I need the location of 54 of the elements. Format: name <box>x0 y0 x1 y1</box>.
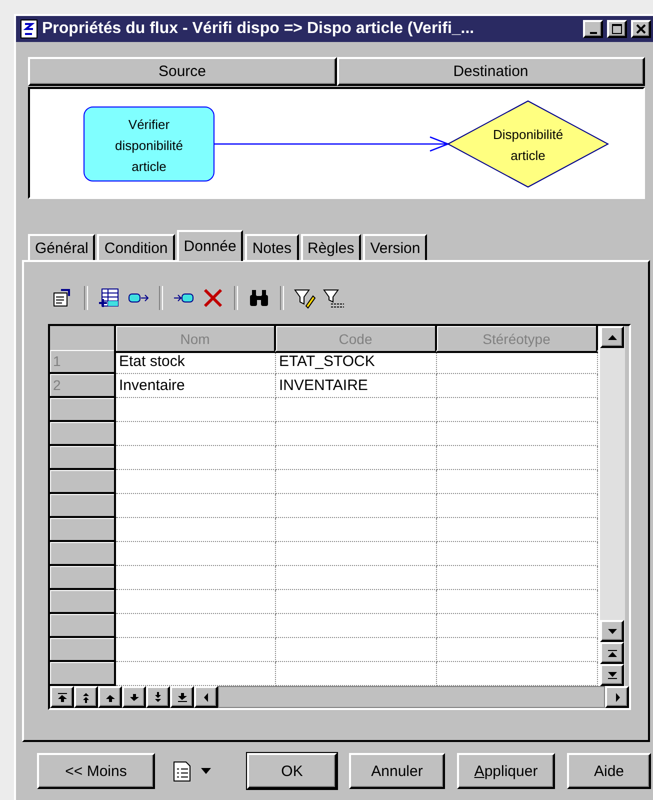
move-bottom-icon[interactable] <box>170 686 194 708</box>
process-node: Vérifier disponibilité article <box>84 106 214 182</box>
decision-node: Disponibilité article <box>446 100 610 188</box>
minimize-icon <box>590 32 596 34</box>
row-header[interactable] <box>50 446 116 470</box>
caret-icon <box>201 768 211 774</box>
dialog-button[interactable]: Aide <box>567 753 651 789</box>
move-down-icon[interactable] <box>122 686 146 708</box>
row-header[interactable] <box>50 398 116 422</box>
funnel-lines-icon[interactable] <box>323 287 345 309</box>
row-header[interactable] <box>50 614 116 638</box>
dialog-button[interactable]: Appliquer <box>457 753 555 789</box>
delete-icon[interactable] <box>202 287 224 309</box>
table-add-icon[interactable] <box>98 287 120 309</box>
row-header[interactable] <box>50 518 116 542</box>
move-top-icon[interactable] <box>50 686 74 708</box>
app-icon <box>20 19 38 39</box>
funnel-pencil-icon[interactable] <box>294 287 316 309</box>
tab[interactable]: Condition <box>97 234 175 260</box>
minimize-button[interactable] <box>583 20 603 38</box>
tab[interactable]: Notes <box>245 234 298 260</box>
window-title: Propriétés du flux - Vérifi dispo => Dispo article (Verifi_... <box>42 20 476 38</box>
close-icon <box>635 23 647 35</box>
list-icon <box>171 759 193 783</box>
move-up-icon[interactable] <box>98 686 122 708</box>
row-header[interactable] <box>50 494 116 518</box>
vertical-scrollbar[interactable] <box>600 326 625 686</box>
header-button[interactable]: Destination <box>336 57 645 86</box>
row-header[interactable] <box>50 566 116 590</box>
row-header[interactable] <box>50 542 116 566</box>
maximize-icon <box>611 23 623 35</box>
maximize-button[interactable] <box>607 20 627 38</box>
dialog-button[interactable]: OK <box>247 753 337 789</box>
tab[interactable]: Général <box>28 234 96 260</box>
tab[interactable]: Version <box>363 234 428 260</box>
row-header[interactable] <box>50 662 116 686</box>
dialog-button[interactable]: Annuler <box>349 753 445 789</box>
table-cell: Etat stock <box>116 350 276 374</box>
table-cell: ETAT_STOCK <box>276 350 437 374</box>
header-button[interactable]: Source <box>28 57 336 86</box>
row-header[interactable] <box>50 422 116 446</box>
dialog-button[interactable]: << Moins <box>37 753 155 789</box>
binoculars-icon[interactable] <box>248 287 270 309</box>
table-cell: Inventaire <box>116 374 276 398</box>
page-up-icon[interactable] <box>74 686 98 708</box>
close-button[interactable] <box>631 20 651 38</box>
row-header[interactable] <box>50 470 116 494</box>
row-header[interactable] <box>50 590 116 614</box>
tab[interactable]: Règles <box>300 234 362 260</box>
horizontal-scrollbar[interactable] <box>218 686 605 708</box>
tab[interactable]: Donnée <box>176 230 244 261</box>
row-header[interactable] <box>50 638 116 662</box>
page-down-icon[interactable] <box>146 686 170 708</box>
table-cell: INVENTAIRE <box>276 374 437 398</box>
